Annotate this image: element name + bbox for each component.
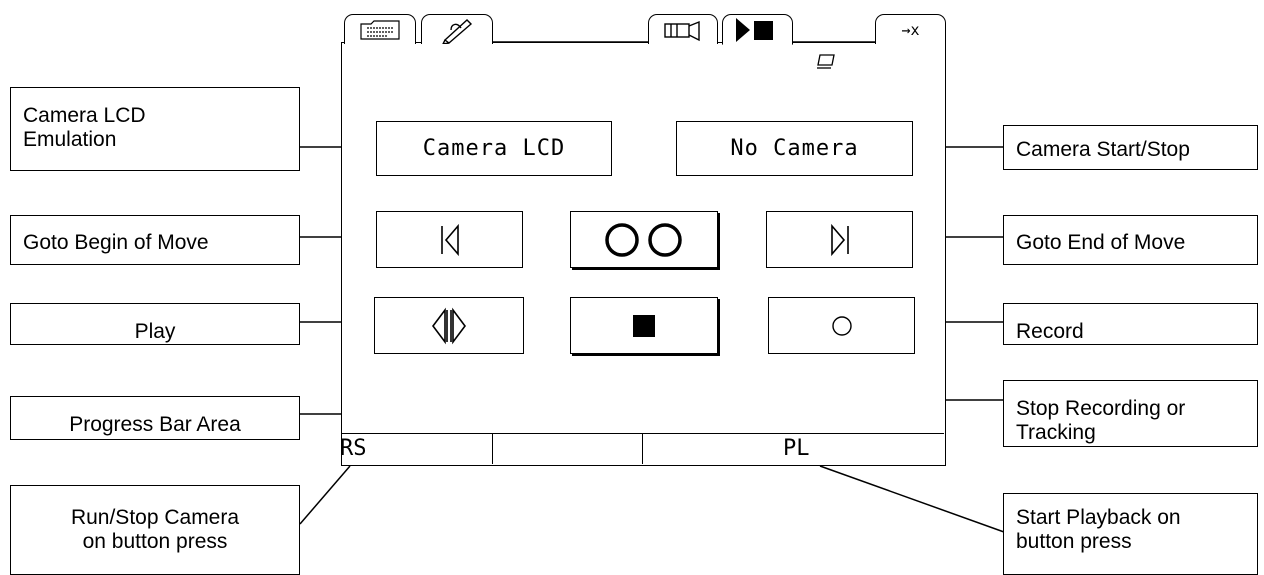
connector-run-stop [299,465,351,525]
no-camera-button[interactable]: No Camera [676,121,913,176]
status-cell-playback[interactable]: PL [643,434,944,464]
status-cell-run-stop[interactable]: RS [340,434,493,464]
tab-exit[interactable]: →x [875,14,946,44]
callout-text-line: Progress Bar Area [69,413,241,436]
tab-edit[interactable] [421,14,493,44]
pencil-icon [442,18,473,44]
camera-lcd-button-label: Camera LCD [422,136,566,161]
callout-text-line: Run/Stop Camera [70,506,240,529]
goto-begin-button[interactable] [376,211,523,268]
callout-text-line: Record [1016,320,1084,343]
play-bidirectional-icon [432,307,466,344]
callout-text-line: Goto End of Move [1016,231,1186,254]
status-pl-label: PL [783,436,810,461]
callout-text-line: Stop Recording or [1016,397,1186,420]
camera-lcd-button[interactable]: Camera LCD [376,121,612,176]
lcd-screen: →x Camera LCD No Camera RS PL [340,14,946,466]
no-camera-button-label: No Camera [730,136,859,161]
pause-double-circle-icon [605,222,682,257]
callout-text-line: Emulation [23,128,117,152]
page-icon [817,54,835,69]
callout-run-stop-camera: Run/Stop Camera on button press [10,485,300,575]
tab-file[interactable] [344,14,416,44]
arrow-exit-icon: →x [901,20,920,39]
camera-icon [664,20,700,41]
callout-goto-begin: Goto Begin of Move [10,215,300,265]
play-button[interactable] [374,297,524,354]
callout-play: Play [10,303,300,345]
file-card-icon [360,19,400,40]
record-button[interactable] [768,297,915,354]
callout-text-line: Play [134,320,176,343]
tab-playback[interactable] [722,14,793,45]
callout-camera-start-stop: Camera Start/Stop [1003,125,1258,170]
status-bar: RS PL [340,433,944,464]
status-cell-2[interactable] [493,434,643,464]
goto-end-button[interactable] [766,211,913,268]
callout-camera-lcd-emulation: Camera LCD Emulation [10,87,300,171]
callout-start-playback: Start Playback on button press [1003,493,1258,575]
callout-text-line: Goto Begin of Move [23,231,209,254]
play-stop-icon [735,17,773,42]
skip-to-end-icon [830,223,849,256]
skip-to-begin-icon [440,223,459,256]
status-rs-label: RS [340,436,367,461]
record-circle-icon [831,315,852,336]
callout-text-line: Start Playback on [1016,506,1181,529]
callout-progress-bar-area: Progress Bar Area [10,396,300,440]
connector-start-playback [819,465,1005,533]
tab-camera[interactable] [648,14,718,44]
callout-record: Record [1003,303,1258,345]
stop-square-icon [633,314,655,337]
pause-button[interactable] [570,211,718,268]
callout-text-line: Tracking [1016,421,1096,445]
callout-stop-recording: Stop Recording or Tracking [1003,380,1258,447]
callout-text-line: Camera Start/Stop [1016,138,1190,161]
callout-text-line: button press [1016,530,1132,554]
progress-bar-area [362,387,922,425]
callout-goto-end: Goto End of Move [1003,215,1258,265]
callout-text-line: on button press [82,530,228,554]
stop-button[interactable] [570,297,718,354]
callout-text-line: Camera LCD [23,104,146,127]
